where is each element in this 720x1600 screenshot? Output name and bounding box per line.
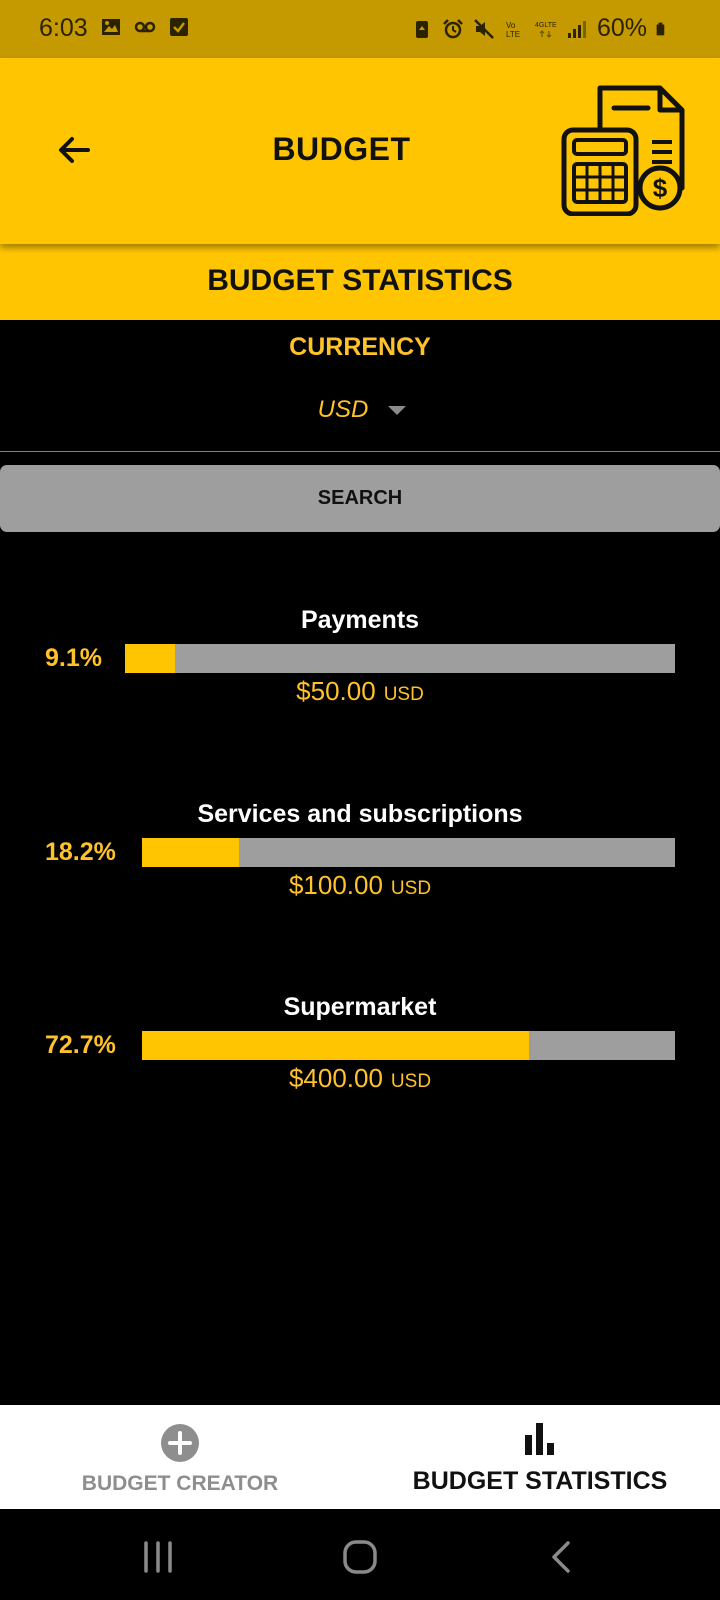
svg-text:LTE: LTE	[506, 30, 520, 39]
system-nav-bar	[0, 1509, 720, 1600]
plus-circle-icon	[161, 1424, 199, 1462]
stat-progress-fill	[125, 644, 176, 673]
calculator-invoice-icon: $	[561, 85, 685, 216]
stat-amount-value: $400.00	[288, 1063, 383, 1093]
stat-amount-unit: USD	[390, 1071, 432, 1092]
nav-label-budget-statistics: BUDGET STATISTICS	[412, 1467, 668, 1495]
back-nav-icon[interactable]	[542, 1537, 582, 1577]
stat-progress-fill	[142, 838, 239, 867]
image-icon	[102, 19, 120, 35]
status-time: 6:03	[39, 14, 88, 42]
stat-amount: $400.00 USD	[0, 1063, 720, 1094]
stat-percent: 9.1%	[45, 644, 102, 672]
app-bar: BUDGET $	[0, 58, 720, 244]
currency-dropdown[interactable]: USD	[300, 390, 430, 430]
stat-amount-value: $50.00	[296, 676, 376, 706]
stat-name: Payments	[300, 606, 420, 634]
signal-icon	[567, 20, 586, 38]
checkbox-icon	[170, 18, 188, 36]
stat-progress-bar	[142, 838, 675, 867]
status-left-icons	[100, 16, 190, 38]
stat-name: Services and subscriptions	[197, 800, 523, 828]
currency-selected-value: USD	[317, 396, 369, 423]
stat-amount-unit: USD	[383, 684, 424, 705]
currency-label: CURRENCY	[289, 333, 431, 361]
chevron-down-icon	[388, 405, 406, 415]
divider	[0, 451, 720, 452]
svg-text:4GLTE: 4GLTE	[535, 22, 557, 29]
stat-percent: 72.7%	[45, 1031, 116, 1059]
stat-amount-value: $100.00	[288, 870, 383, 900]
bottom-nav: BUDGET CREATOR BUDGET STATISTICS	[0, 1405, 720, 1509]
alarm-icon	[443, 18, 463, 38]
nav-label-budget-creator: BUDGET CREATOR	[81, 1472, 279, 1495]
stat-item-services: Services and subscriptions 18.2% $100.00…	[0, 800, 720, 910]
status-bar: 6:03 Vo LTE 4GLTE 60%	[0, 0, 720, 58]
battery-icon	[656, 22, 665, 35]
stat-amount: $50.00 USD	[0, 676, 720, 707]
stat-progress-bar	[125, 644, 675, 673]
svg-text:$: $	[653, 173, 668, 203]
nav-item-budget-statistics[interactable]: BUDGET STATISTICS	[360, 1405, 720, 1509]
status-right-icons: Vo LTE 4GLTE 60%	[411, 14, 670, 43]
home-icon[interactable]	[340, 1537, 380, 1577]
volte-icon: VoLTE	[506, 21, 520, 39]
recent-apps-icon[interactable]	[138, 1537, 178, 1577]
tab-header: BUDGET STATISTICS	[0, 244, 720, 320]
bar-chart-icon	[525, 1423, 554, 1455]
search-button[interactable]: SEARCH	[0, 465, 720, 532]
stat-amount-unit: USD	[390, 878, 432, 899]
battery-percent: 60%	[596, 14, 647, 42]
stat-amount: $100.00 USD	[0, 870, 720, 901]
mute-icon	[474, 18, 494, 39]
stat-name: Supermarket	[283, 993, 437, 1021]
voicemail-icon	[134, 21, 156, 33]
battery-saver-icon	[415, 20, 428, 38]
nav-item-budget-creator[interactable]: BUDGET CREATOR	[0, 1405, 360, 1509]
stat-item-payments: Payments 9.1% $50.00 USD	[0, 606, 720, 716]
stat-progress-bar	[142, 1031, 675, 1060]
4g-lte-icon: 4GLTE	[535, 22, 557, 38]
stat-percent: 18.2%	[45, 838, 116, 866]
section-title: BUDGET STATISTICS	[207, 264, 513, 297]
stat-progress-fill	[142, 1031, 530, 1060]
stat-item-supermarket: Supermarket 72.7% $400.00 USD	[0, 993, 720, 1103]
svg-text:Vo: Vo	[506, 21, 516, 30]
